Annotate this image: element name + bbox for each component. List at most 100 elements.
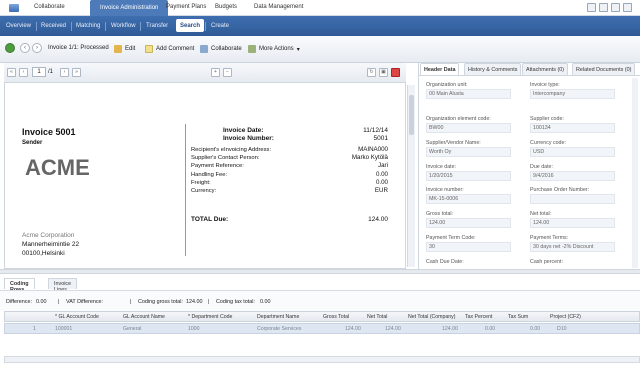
coding-gross-value: 124.00: [186, 299, 203, 305]
col-project-cf2[interactable]: Project (CF2): [550, 314, 581, 320]
last-page-icon[interactable]: »: [72, 68, 81, 77]
nav-budgets[interactable]: Budgets: [215, 4, 237, 10]
back-icon[interactable]: ‹: [20, 43, 30, 53]
currency-code-field[interactable]: USD: [530, 147, 615, 157]
contact-person-label: Supplier's Contact Person:: [191, 155, 260, 162]
po-number-field[interactable]: [530, 194, 615, 204]
subnav-create[interactable]: Create: [211, 23, 229, 29]
supplier-code-field[interactable]: 100134: [530, 123, 615, 133]
nav-invoice-administration[interactable]: Invoice Administration: [90, 0, 169, 16]
tab-related-documents[interactable]: Related Documents (0): [572, 63, 636, 75]
invoice-toolbar: ‹ › Invoice 1/1: Processed Edit Add Comm…: [0, 36, 640, 63]
first-page-icon[interactable]: «: [7, 68, 16, 77]
prev-page-icon[interactable]: ‹: [19, 68, 28, 77]
sender-street: Mannerheimintie 22: [22, 241, 80, 248]
collaborate-button[interactable]: Collaborate: [200, 45, 242, 53]
due-date-field[interactable]: 9/4/2016: [530, 171, 615, 181]
subnav-workflow[interactable]: Workflow: [111, 23, 136, 29]
invoice-number-field[interactable]: MK-15-0006: [426, 194, 511, 204]
tab-attachments[interactable]: Attachments (0): [522, 63, 569, 75]
subnav-search[interactable]: Search: [176, 19, 205, 32]
coding-tax-value: 0.00: [260, 299, 271, 305]
viewer-scrollbar[interactable]: [407, 85, 415, 267]
cell-department-name[interactable]: Corporate Services: [257, 326, 301, 332]
next-page-icon[interactable]: ›: [60, 68, 69, 77]
subnav-received[interactable]: Received: [41, 23, 66, 29]
cell-tax-sum[interactable]: 0.00: [530, 326, 540, 332]
sender-logo: ACME: [25, 155, 90, 180]
cell-department-code[interactable]: 1000: [188, 326, 200, 332]
chart-icon[interactable]: [587, 3, 596, 12]
col-gl-account-name[interactable]: GL Account Name: [123, 314, 165, 320]
subnav-transfer[interactable]: Transfer: [146, 23, 168, 29]
invoice-date-label: Invoice Date:: [223, 127, 264, 134]
recipient-address-value: MAINA000: [358, 146, 388, 153]
people-icon: [200, 45, 208, 53]
col-department-code[interactable]: * Department Code: [188, 314, 232, 320]
cell-net-total-company[interactable]: 124.00: [442, 326, 458, 332]
freight-value: 0.00: [375, 178, 388, 186]
difference-value: 0.00: [36, 299, 47, 305]
col-net-total[interactable]: Net Total: [367, 314, 387, 320]
grid-header: * GL Account Code GL Account Name * Depa…: [4, 311, 640, 322]
tab-coding-rows[interactable]: Coding Rows: [4, 278, 35, 293]
gross-total-field[interactable]: 124.00: [426, 218, 511, 228]
invoice-number-value: 5001: [373, 135, 388, 142]
due-date-label: Due date:: [530, 164, 553, 170]
tab-history-comments[interactable]: History & Comments: [464, 63, 522, 75]
add-comment-button[interactable]: Add Comment: [145, 45, 194, 53]
zoom-out-icon[interactable]: −: [223, 68, 232, 77]
page-number-input[interactable]: 1: [32, 67, 46, 77]
subnav-matching[interactable]: Matching: [76, 23, 100, 29]
col-gross-total[interactable]: Gross Total: [323, 314, 349, 320]
panel-scrollbar[interactable]: [632, 78, 638, 268]
grid-icon[interactable]: [599, 3, 608, 12]
divider: [185, 124, 186, 256]
cell-net-total[interactable]: 124.00: [385, 326, 401, 332]
cell-gl-account-name[interactable]: General: [123, 326, 141, 332]
invoice-date-field[interactable]: 1/20/2015: [426, 171, 511, 181]
user-icon[interactable]: [611, 3, 620, 12]
home-icon[interactable]: [9, 4, 19, 12]
tab-header-data[interactable]: Header Data: [420, 63, 460, 75]
nav-collaborate[interactable]: Collaborate: [34, 4, 65, 10]
col-tax-percent[interactable]: Tax Percent: [465, 314, 492, 320]
pane-splitter[interactable]: [0, 269, 640, 274]
supplier-name-field[interactable]: Worth Oy: [426, 147, 511, 157]
payment-terms-label: Payment Terms:: [530, 235, 569, 241]
sender-name: Acme Corporation: [22, 232, 75, 239]
total-due-value: 124.00: [368, 216, 388, 223]
org-unit-field[interactable]: 00 Main Alusta: [426, 89, 511, 99]
col-gl-account-code[interactable]: * GL Account Code: [55, 314, 99, 320]
forward-icon[interactable]: ›: [32, 43, 42, 53]
cash-percent-label: Cash percent:: [530, 259, 563, 265]
cell-gl-account-code[interactable]: 100001: [55, 326, 72, 332]
subnav-overview[interactable]: Overview: [6, 23, 31, 29]
col-department-name[interactable]: Department Name: [257, 314, 299, 320]
nav-payment-plans[interactable]: Payment Plans: [166, 4, 206, 10]
col-tax-sum[interactable]: Tax Sum: [508, 314, 528, 320]
cell-gross-total[interactable]: 124.00: [345, 326, 361, 332]
invoice-type-field[interactable]: Intercompany: [530, 89, 615, 99]
grid-scrollbar[interactable]: [4, 356, 640, 363]
cell-tax-percent[interactable]: 0.00: [485, 326, 495, 332]
net-total-field[interactable]: 124.00: [530, 218, 615, 228]
fit-icon[interactable]: ▣: [379, 68, 388, 77]
refresh-icon[interactable]: [5, 43, 15, 53]
zoom-in-icon[interactable]: +: [211, 68, 220, 77]
sub-navigation: Overview Received Matching Workflow Tran…: [0, 16, 640, 36]
edit-button[interactable]: Edit: [114, 45, 135, 53]
nav-data-management[interactable]: Data Management: [254, 4, 303, 10]
pdf-icon[interactable]: [391, 68, 400, 77]
settings-icon[interactable]: [623, 3, 632, 12]
rotate-icon[interactable]: ↻: [367, 68, 376, 77]
payment-terms-field[interactable]: 30 days net -2% Discount: [530, 242, 615, 252]
payment-term-code-field[interactable]: 30: [426, 242, 511, 252]
table-row[interactable]: 1 100001 General 1000 Corporate Services…: [4, 323, 640, 334]
org-element-code-field[interactable]: BW00: [426, 123, 511, 133]
col-net-total-company[interactable]: Net Total (Company): [408, 314, 455, 320]
more-actions-button[interactable]: More Actions ▾: [248, 45, 300, 53]
contact-person-value: Marko Kytölä: [351, 154, 388, 162]
cell-project-cf2[interactable]: D10: [557, 326, 567, 332]
tab-invoice-lines[interactable]: Invoice Lines: [48, 278, 78, 293]
